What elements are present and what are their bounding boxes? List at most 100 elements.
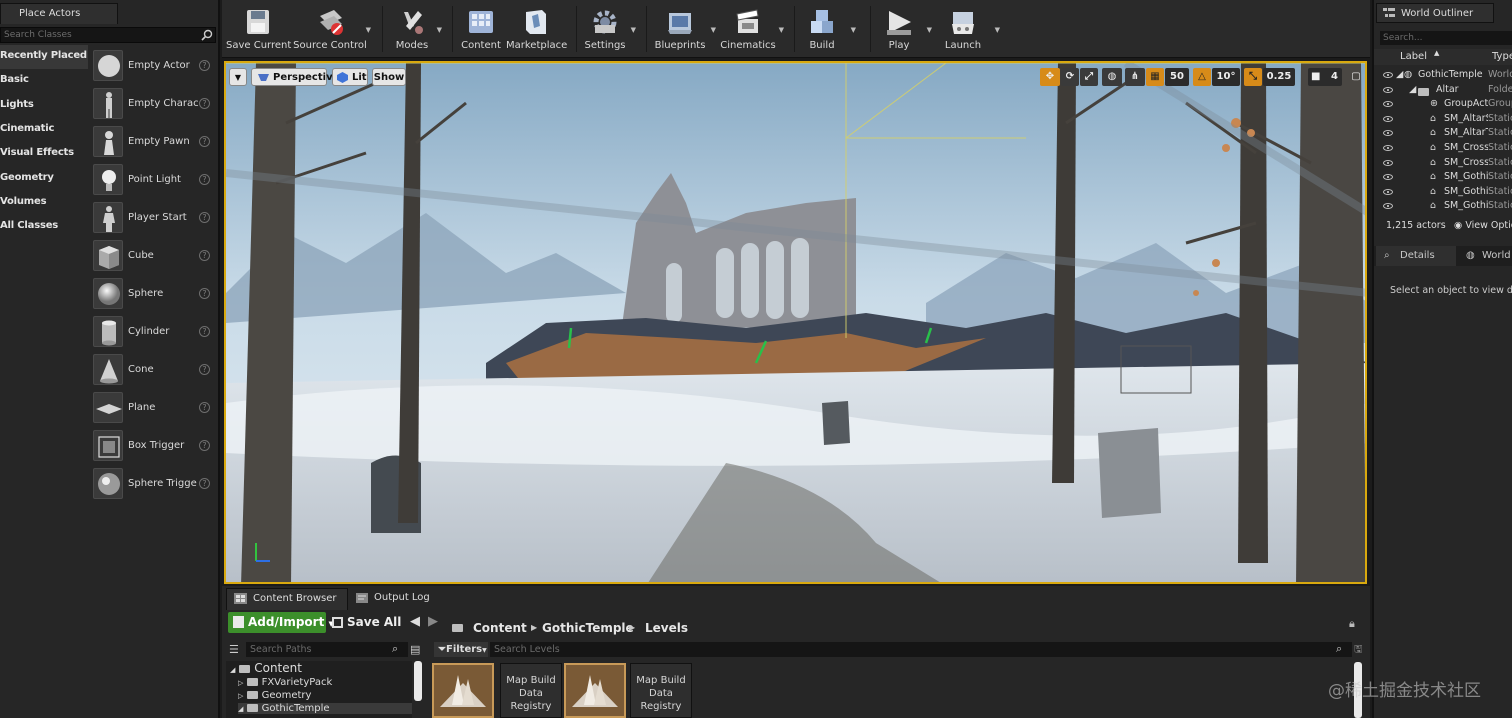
- forward-arrow-icon[interactable]: ▶: [428, 614, 438, 629]
- chevron-down-icon[interactable]: ▼: [631, 26, 636, 34]
- outliner-row-actor[interactable]: ⌂ SM_GothiStatic: [1374, 199, 1512, 214]
- chevron-down-icon[interactable]: ▼: [927, 26, 932, 34]
- eye-icon[interactable]: [1383, 145, 1393, 151]
- outliner-row-folder[interactable]: ◢ Altar Folde: [1374, 83, 1512, 98]
- outliner-row-actor[interactable]: ⌂ SM_CrossStatic: [1374, 141, 1512, 156]
- save-all-button[interactable]: Save All: [332, 612, 401, 633]
- eye-icon[interactable]: [1383, 115, 1393, 122]
- search-icon[interactable]: [201, 29, 213, 41]
- rotation-snap-value[interactable]: 10°: [1212, 68, 1240, 86]
- tree-scrollbar[interactable]: [414, 661, 422, 701]
- tree-item-gothictemple[interactable]: ◢ GothicTemple: [238, 703, 412, 714]
- tree-expand-icon[interactable]: ◢: [1396, 68, 1403, 82]
- category-recently-placed[interactable]: Recently Placed: [0, 45, 88, 69]
- tree-item-fxvarietypack[interactable]: ▷ FXVarietyPack: [238, 677, 332, 688]
- actor-sphere-trigger[interactable]: Sphere Trigge ?: [88, 465, 216, 503]
- actor-plane[interactable]: Plane ?: [88, 389, 216, 427]
- launch-button[interactable]: Launch ▼: [938, 0, 1000, 58]
- search-levels-input[interactable]: Search Levels: [490, 642, 1352, 657]
- help-icon[interactable]: ?: [199, 174, 210, 185]
- eye-icon[interactable]: [1383, 86, 1393, 93]
- source-control-button[interactable]: Source Control ▼: [292, 0, 371, 58]
- chevron-down-icon[interactable]: ▼: [366, 26, 371, 34]
- chevron-down-icon[interactable]: ▼: [437, 26, 442, 34]
- help-icon[interactable]: ?: [199, 364, 210, 375]
- help-icon[interactable]: ?: [199, 478, 210, 489]
- asset-level-thumbnail[interactable]: [564, 663, 626, 718]
- asset-level-thumbnail[interactable]: [432, 663, 494, 718]
- outliner-row-actor[interactable]: ⌂ SM_GothiStatic: [1374, 170, 1512, 185]
- category-geometry[interactable]: Geometry: [0, 167, 88, 191]
- back-arrow-icon[interactable]: ◀: [410, 614, 420, 629]
- tab-world-outliner[interactable]: World Outliner: [1376, 3, 1494, 23]
- tab-place-actors[interactable]: Place Actors: [0, 3, 118, 24]
- chevron-down-icon[interactable]: ▼: [711, 26, 716, 34]
- outliner-row-actor[interactable]: ⌂ SM_AltarTStatic: [1374, 126, 1512, 141]
- search-icon[interactable]: ⌕: [392, 642, 398, 656]
- grid-snap-toggle[interactable]: ▦: [1146, 68, 1164, 86]
- category-cinematic[interactable]: Cinematic: [0, 118, 88, 142]
- view-options-button[interactable]: ◉ View Optic: [1454, 220, 1512, 231]
- maximize-viewport-button[interactable]: ▢: [1350, 68, 1362, 86]
- help-icon[interactable]: ?: [199, 98, 210, 109]
- search-classes-input[interactable]: Search Classes: [0, 27, 216, 43]
- help-icon[interactable]: ?: [199, 440, 210, 451]
- tab-details[interactable]: ⌕ Details: [1376, 246, 1456, 266]
- save-search-icon[interactable]: 🖫︎: [1354, 642, 1363, 659]
- marketplace-button[interactable]: Marketplace: [506, 0, 567, 58]
- column-type-header[interactable]: Type: [1492, 49, 1512, 65]
- actor-empty-character[interactable]: Empty Charac ?: [88, 85, 216, 123]
- eye-icon[interactable]: [1383, 188, 1393, 195]
- sources-toggle-icon[interactable]: ☰: [229, 643, 239, 656]
- build-button[interactable]: Build ▼: [798, 0, 856, 58]
- scale-snap-toggle[interactable]: ⤡: [1244, 68, 1262, 86]
- actor-cone[interactable]: Cone ?: [88, 351, 216, 389]
- category-basic[interactable]: Basic: [0, 69, 88, 93]
- category-visual-effects[interactable]: Visual Effects: [0, 142, 88, 166]
- category-all-classes[interactable]: All Classes: [0, 215, 88, 239]
- search-icon[interactable]: ⌕: [1336, 642, 1342, 656]
- outliner-row-actor[interactable]: ⌂ SM_GothiStatic: [1374, 185, 1512, 200]
- cinematics-button[interactable]: Cinematics ▼: [718, 0, 784, 58]
- actor-sphere[interactable]: Sphere ?: [88, 275, 216, 313]
- actor-cylinder[interactable]: Cylinder ?: [88, 313, 216, 351]
- save-current-button[interactable]: Save Current: [226, 0, 291, 58]
- breadcrumb-levels[interactable]: Levels: [645, 621, 688, 635]
- grid-snap-value[interactable]: 50: [1165, 68, 1189, 86]
- eye-icon[interactable]: [1383, 174, 1393, 181]
- tab-world-settings[interactable]: ◍ World S: [1460, 246, 1512, 266]
- world-local-toggle[interactable]: ◍: [1102, 68, 1122, 86]
- help-icon[interactable]: ?: [199, 212, 210, 223]
- actor-empty-pawn[interactable]: Empty Pawn ?: [88, 123, 216, 161]
- modes-button[interactable]: Modes ▼: [386, 0, 442, 58]
- eye-icon[interactable]: [1383, 130, 1393, 137]
- actor-box-trigger[interactable]: Box Trigger ?: [88, 427, 216, 465]
- rotate-mode-button[interactable]: ⟳: [1061, 68, 1079, 86]
- eye-icon[interactable]: [1383, 101, 1393, 108]
- scale-snap-value[interactable]: 0.25: [1263, 68, 1295, 86]
- help-icon[interactable]: ?: [199, 402, 210, 413]
- chevron-down-icon[interactable]: ▼: [851, 26, 856, 34]
- actor-empty-actor[interactable]: Empty Actor ?: [88, 47, 216, 85]
- outliner-search-input[interactable]: Search...: [1380, 31, 1512, 45]
- lit-mode-button[interactable]: Lit: [332, 68, 368, 86]
- breadcrumb-gothictemple[interactable]: GothicTemple: [542, 621, 634, 635]
- content-button[interactable]: Content: [456, 0, 506, 58]
- search-paths-input[interactable]: Search Paths: [246, 642, 408, 657]
- tree-item-geometry[interactable]: ▷ Geometry: [238, 690, 311, 701]
- chevron-down-icon[interactable]: ▼: [995, 26, 1000, 34]
- breadcrumb-content[interactable]: Content: [473, 621, 527, 635]
- settings-button[interactable]: Settings ▼: [580, 0, 636, 58]
- play-button[interactable]: Play ▼: [874, 0, 932, 58]
- asset-map-build-data[interactable]: Map Build Data Registry: [500, 663, 562, 718]
- category-volumes[interactable]: Volumes: [0, 191, 88, 215]
- camera-speed-button[interactable]: ■ 4: [1308, 68, 1342, 86]
- outliner-row-world[interactable]: ◢◍ GothicTemple World: [1374, 68, 1512, 83]
- help-icon[interactable]: ?: [199, 288, 210, 299]
- actor-player-start[interactable]: Player Start ?: [88, 199, 216, 237]
- level-viewport[interactable]: ▼ Perspective Lit Show ✥ ⟳ ⤢ ◍ ⋔ ▦ 50 △ …: [224, 61, 1367, 584]
- help-icon[interactable]: ?: [199, 60, 210, 71]
- actor-point-light[interactable]: Point Light ?: [88, 161, 216, 199]
- category-lights[interactable]: Lights: [0, 94, 88, 118]
- rotation-snap-toggle[interactable]: △: [1193, 68, 1211, 86]
